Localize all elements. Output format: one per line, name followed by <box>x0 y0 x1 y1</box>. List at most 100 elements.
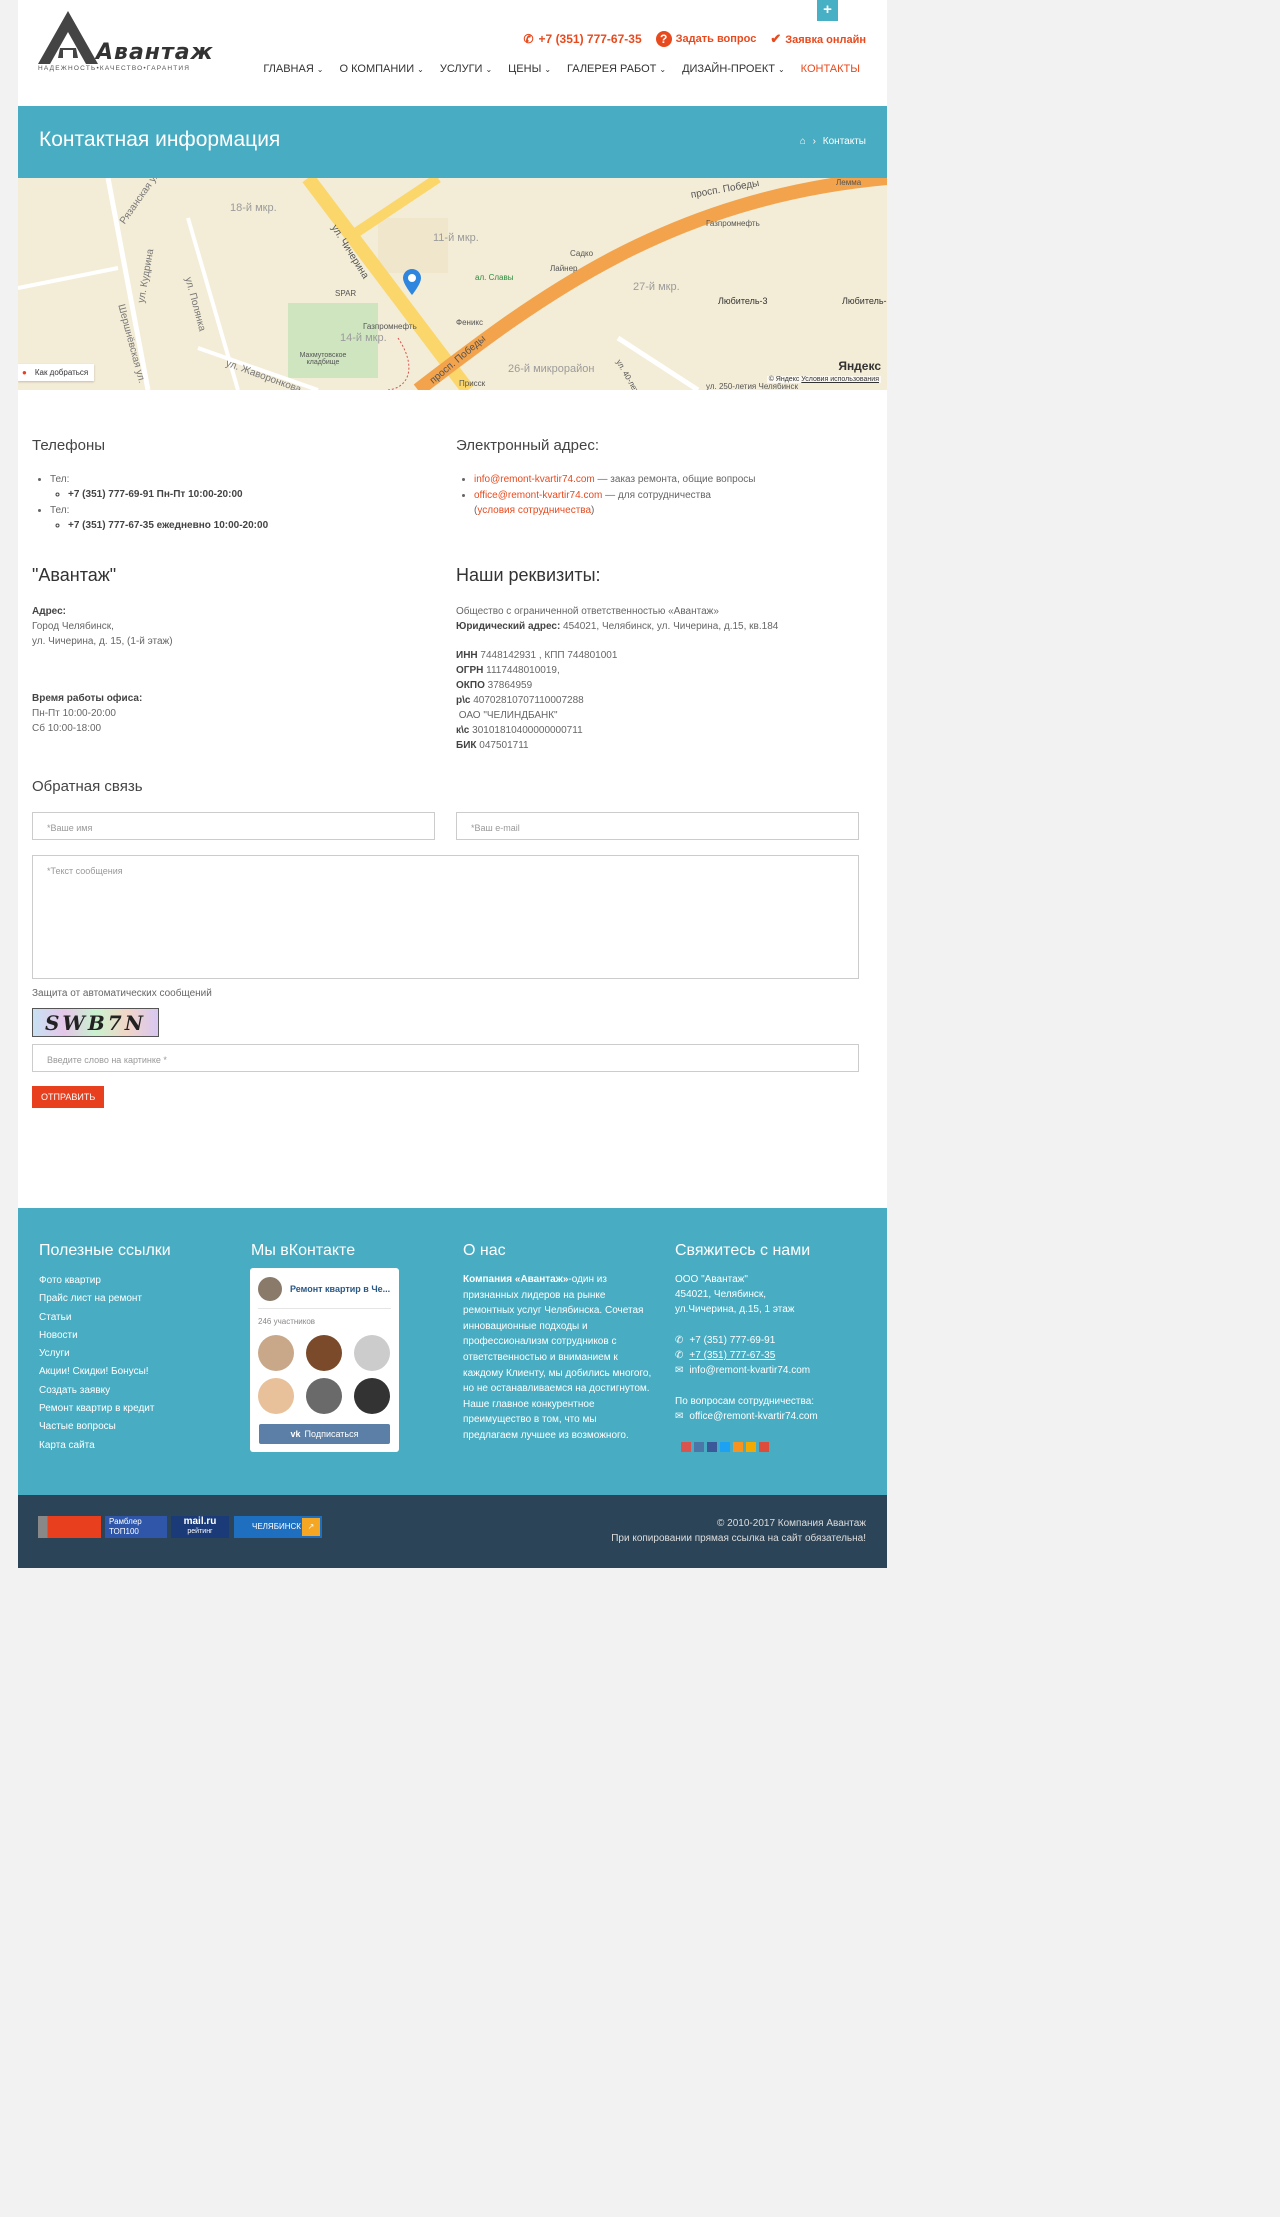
footer-link[interactable]: Прайс лист на ремонт <box>39 1290 171 1308</box>
captcha-input[interactable]: Введите слово на картинке * <box>32 1044 859 1072</box>
bottom-bar: Рамблер ТОП100 mail.ru рейтинг ЧЕЛЯБИНСК ↗… <box>18 1495 887 1568</box>
map-label: Любитель-3 <box>718 296 768 306</box>
footer-vk-title: Мы вКонтакте <box>251 1242 356 1259</box>
google-plus-icon[interactable] <box>759 1442 769 1452</box>
chevron-down-icon: ⌄ <box>316 65 324 74</box>
submit-button[interactable]: ОТПРАВИТЬ <box>32 1086 105 1108</box>
chevron-down-icon: ⌄ <box>485 65 493 74</box>
hours-line: Сб 10:00-18:00 <box>32 723 102 734</box>
vk-group-name[interactable]: Ремонт квартир в Че... <box>290 1284 390 1294</box>
nav-item-design[interactable]: ДИЗАЙН-ПРОЕКТ ⌄ <box>682 63 785 75</box>
footer-about: О нас Компания «Авантаж»-один из признан… <box>463 1242 653 1444</box>
map-label: 27-й мкр. <box>633 281 680 293</box>
footer-link[interactable]: Частые вопросы <box>39 1418 171 1436</box>
map-label: Махмутовское кладбище <box>299 352 347 366</box>
ask-question-link[interactable]: ? Задать вопрос <box>655 31 756 47</box>
share-icon[interactable] <box>681 1442 691 1452</box>
yandex-map[interactable]: 18-й мкр. 11-й мкр. 27-й мкр. 14-й мкр. … <box>18 178 887 390</box>
mailru-badge[interactable]: mail.ru рейтинг <box>171 1516 229 1538</box>
map-label: Садко <box>570 249 594 258</box>
footer-link[interactable]: Ремонт квартир в кредит <box>39 1400 171 1418</box>
avatar[interactable] <box>354 1335 390 1371</box>
map-label: 11-й мкр. <box>433 232 479 244</box>
nav-item-contacts[interactable]: КОНТАКТЫ <box>801 63 860 75</box>
page-title: Контактная информация <box>39 128 281 151</box>
map-label: Феникс <box>456 318 484 327</box>
breadcrumb: ⌂ › Контакты <box>800 136 866 147</box>
envelope-icon: ✉ <box>675 1365 684 1376</box>
avatar[interactable] <box>258 1335 294 1371</box>
phone-value[interactable]: +7 (351) 777-69-91 Пн-Пт 10:00-20:00 <box>68 487 432 502</box>
captcha-image: SWB7N <box>32 1008 159 1037</box>
chevron-right-icon: › <box>812 136 817 147</box>
footer-about-title: О нас <box>463 1242 506 1259</box>
coop-email[interactable]: ✉ office@remont-kvartir74.com <box>675 1409 875 1424</box>
requisites-title: Наши реквизиты: <box>456 565 601 585</box>
phone-value[interactable]: +7 (351) 777-67-35 ежедневно 10:00-20:00 <box>68 518 432 533</box>
contact-phone[interactable]: ✆ +7 (351) 777-69-91 <box>675 1333 875 1348</box>
legal-address: Юридический адрес: 454021, Челябинск, ул… <box>456 621 779 632</box>
coop-label: По вопросам сотрудничества: <box>675 1396 815 1407</box>
chelyabinsk-badge[interactable]: ЧЕЛЯБИНСК ↗ <box>234 1516 322 1538</box>
location-pin-icon[interactable] <box>403 269 421 295</box>
home-icon[interactable]: ⌂ <box>800 136 806 147</box>
footer-link[interactable]: Создать заявку <box>39 1382 171 1400</box>
nav-item-about[interactable]: О КОМПАНИИ ⌄ <box>340 63 424 75</box>
social-share <box>675 1442 875 1452</box>
map-label: Газпромнефть <box>706 219 760 228</box>
nav-item-gallery[interactable]: ГАЛЕРЕЯ РАБОТ ⌄ <box>567 63 666 75</box>
rambler-badge[interactable]: Рамблер ТОП100 <box>105 1516 167 1538</box>
nav-item-services[interactable]: УСЛУГИ ⌄ <box>440 63 492 75</box>
map-label: ул. 250-летия Челябинск <box>706 382 798 390</box>
contact-email[interactable]: ✉ info@remont-kvartir74.com <box>675 1363 875 1378</box>
contact-address: 454021, Челябинск, <box>675 1289 767 1300</box>
footer-link[interactable]: Карта сайта <box>39 1437 171 1455</box>
email-link[interactable]: office@remont-kvartir74.com <box>474 490 602 501</box>
captcha-label: Защита от автоматических сообщений <box>32 988 212 999</box>
message-textarea[interactable]: *Текст сообщения <box>32 855 859 979</box>
vk-icon[interactable] <box>694 1442 704 1452</box>
facebook-icon[interactable] <box>707 1442 717 1452</box>
footer-links-title: Полезные ссылки <box>39 1242 171 1259</box>
map-label: 14-й мкр. <box>340 332 387 344</box>
mailru-icon[interactable] <box>746 1442 756 1452</box>
contact-address: ул.Чичерина, д.15, 1 этаж <box>675 1304 795 1315</box>
email-link[interactable]: info@remont-kvartir74.com <box>474 474 595 485</box>
avatar[interactable] <box>306 1335 342 1371</box>
envelope-icon: ✉ <box>675 1411 684 1422</box>
footer-link[interactable]: Услуги <box>39 1345 171 1363</box>
nav-item-prices[interactable]: ЦЕНЫ ⌄ <box>508 63 551 75</box>
route-button[interactable]: ● Как добраться <box>18 364 95 381</box>
avatar[interactable] <box>354 1378 390 1414</box>
footer-link[interactable]: Статьи <box>39 1309 171 1327</box>
twitter-icon[interactable] <box>720 1442 730 1452</box>
avatar[interactable] <box>306 1378 342 1414</box>
avatar[interactable] <box>258 1378 294 1414</box>
map-terms-link[interactable]: Условия использования <box>801 376 879 383</box>
email-input[interactable]: *Ваш e-mail <box>456 812 859 840</box>
footer-link[interactable]: Фото квартир <box>39 1272 171 1290</box>
name-input[interactable]: *Ваше имя <box>32 812 435 840</box>
vk-subscribe-button[interactable]: vk Подписаться <box>259 1424 390 1444</box>
odnoklassniki-icon[interactable] <box>733 1442 743 1452</box>
vk-members: 246 участников <box>258 1317 316 1326</box>
footer-contacts-title: Свяжитесь с нами <box>675 1242 811 1259</box>
site-logo[interactable]: Авантаж НАДЕЖНОСТЬ•КАЧЕСТВО•ГАРАНТИЯ <box>38 8 238 74</box>
list-item: info@remont-kvartir74.com — заказ ремонт… <box>474 472 876 487</box>
header-phone[interactable]: ✆ +7 (351) 777-67-35 <box>523 32 641 46</box>
online-order-link[interactable]: ✔ Заявка онлайн <box>770 31 866 47</box>
nav-item-home[interactable]: ГЛАВНАЯ ⌄ <box>263 63 323 75</box>
map-label: Присск <box>459 379 486 388</box>
expand-toggle-button[interactable]: + <box>817 0 838 21</box>
contact-phone[interactable]: ✆ +7 (351) 777-67-35 <box>675 1348 875 1363</box>
footer-link[interactable]: Акции! Скидки! Бонусы! <box>39 1363 171 1381</box>
footer-link[interactable]: Новости <box>39 1327 171 1345</box>
about-text: Компания «Авантаж»-один из признанных ли… <box>463 1274 652 1441</box>
counter-badge[interactable] <box>38 1516 101 1538</box>
vk-widget: Ремонт квартир в Че... 246 участников vk… <box>250 1268 399 1452</box>
chevron-down-icon: ⌄ <box>777 65 785 74</box>
cooperation-terms-link[interactable]: условия сотрудничества <box>477 505 591 516</box>
company-section: "Авантаж" Адрес: Город Челябинск, ул. Чи… <box>32 565 432 736</box>
requisites-section: Наши реквизиты: Общество с ограниченной … <box>456 565 876 753</box>
org-name: Общество с ограниченной ответственностью… <box>456 606 719 617</box>
